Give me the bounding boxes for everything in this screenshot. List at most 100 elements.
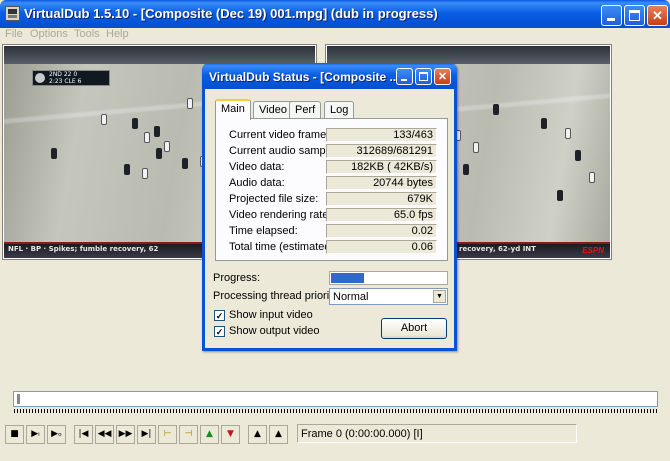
player bbox=[463, 164, 469, 175]
player bbox=[541, 118, 547, 129]
stat-value: 182KB ( 42KB/s) bbox=[326, 160, 437, 174]
progress-bar bbox=[329, 271, 448, 285]
stat-current-video-frame: Current video frame: 133/463 bbox=[216, 128, 449, 143]
next-keyframe-icon[interactable]: ▶▶ bbox=[116, 425, 135, 444]
stat-current-audio-sample: Current audio sample: 312689/681291 bbox=[216, 144, 449, 159]
mark-in-icon[interactable]: ⊢ bbox=[158, 425, 177, 444]
player bbox=[575, 150, 581, 161]
show-output-video-label[interactable]: Show output video bbox=[229, 325, 320, 337]
minimize-icon bbox=[607, 18, 615, 21]
stadium-crowd bbox=[327, 46, 610, 64]
status-dialog-title: VirtualDub Status - [Composite ... bbox=[209, 70, 400, 84]
stat-label: Projected file size: bbox=[229, 193, 319, 205]
menu-file[interactable]: File bbox=[5, 28, 23, 40]
team-logo-icon bbox=[35, 73, 45, 83]
scene-prev-icon[interactable]: ▲ bbox=[200, 425, 219, 444]
scorebug: 2ND 22 0 2:23 CLE 6 bbox=[32, 70, 110, 86]
status-dialog: VirtualDub Status - [Composite ... ✕ Mai… bbox=[202, 63, 457, 351]
main-tab-panel: Current video frame: 133/463 Current aud… bbox=[215, 118, 448, 261]
player bbox=[493, 104, 499, 115]
virtualdub-app-icon[interactable] bbox=[5, 6, 20, 21]
jump-next-icon[interactable]: ▲ bbox=[269, 425, 288, 444]
ticker-text: recovery, 62-yd INT bbox=[459, 245, 536, 253]
play-output-icon[interactable]: ▶ₒ bbox=[47, 425, 66, 444]
first-frame-icon[interactable]: |◀ bbox=[74, 425, 93, 444]
chevron-down-icon[interactable]: ▼ bbox=[433, 290, 446, 303]
network-logo: ESPN bbox=[582, 246, 604, 255]
stat-time-elapsed: Time elapsed: 0.02 bbox=[216, 224, 449, 239]
progress-label: Progress: bbox=[213, 272, 261, 284]
player bbox=[589, 172, 595, 183]
stat-value: 0.06 bbox=[326, 240, 437, 254]
stat-label: Current video frame: bbox=[229, 129, 330, 141]
dialog-minimize-button[interactable] bbox=[396, 68, 413, 85]
stat-value: 65.0 fps bbox=[326, 208, 437, 222]
tab-main[interactable]: Main bbox=[215, 99, 251, 120]
ticker-text: NFL · BP · Spikes; fumble recovery, 62 bbox=[8, 245, 159, 253]
player bbox=[132, 118, 138, 129]
thread-priority-value: Normal bbox=[333, 291, 369, 303]
close-icon: ✕ bbox=[437, 71, 448, 83]
player bbox=[557, 190, 563, 201]
prev-keyframe-icon[interactable]: ◀◀ bbox=[95, 425, 114, 444]
player bbox=[124, 164, 130, 175]
show-output-video-checkbox[interactable]: ✓ bbox=[214, 326, 225, 337]
player bbox=[144, 132, 150, 143]
player bbox=[473, 142, 479, 153]
player bbox=[156, 148, 162, 159]
stat-total-time: Total time (estimated): 0.06 bbox=[216, 240, 449, 255]
stat-label: Video rendering rate: bbox=[229, 209, 332, 221]
stat-audio-data: Audio data: 20744 bytes bbox=[216, 176, 449, 191]
stadium-crowd bbox=[4, 46, 315, 64]
show-input-video-checkbox[interactable]: ✓ bbox=[214, 310, 225, 321]
maximize-icon bbox=[629, 10, 640, 21]
stat-label: Total time (estimated): bbox=[229, 241, 338, 253]
status-dialog-titlebar: VirtualDub Status - [Composite ... ✕ bbox=[202, 63, 457, 89]
maximize-button[interactable] bbox=[624, 5, 645, 26]
close-button[interactable]: ✕ bbox=[647, 5, 668, 26]
play-input-icon[interactable]: ▶ᵢ bbox=[26, 425, 45, 444]
minimize-button[interactable] bbox=[601, 5, 622, 26]
stat-value: 20744 bytes bbox=[326, 176, 437, 190]
tab-log[interactable]: Log bbox=[324, 101, 355, 119]
scorebug-line-1: 2ND 22 0 bbox=[49, 71, 78, 78]
stat-label: Video data: bbox=[229, 161, 285, 173]
tab-perf[interactable]: Perf bbox=[289, 101, 322, 119]
player bbox=[164, 141, 170, 152]
main-titlebar: VirtualDub 1.5.10 - [Composite (Dec 19) … bbox=[0, 0, 670, 28]
dialog-maximize-button[interactable] bbox=[415, 68, 432, 85]
stat-projected-file-size: Projected file size: 679K bbox=[216, 192, 449, 207]
stat-video-data: Video data: 182KB ( 42KB/s) bbox=[216, 160, 449, 175]
abort-button[interactable]: Abort bbox=[381, 318, 447, 339]
tab-video[interactable]: Video bbox=[253, 101, 293, 119]
thread-priority-select[interactable]: Normal ▼ bbox=[329, 288, 448, 305]
stat-value: 133/463 bbox=[326, 128, 437, 142]
player bbox=[187, 98, 193, 109]
player bbox=[565, 128, 571, 139]
menu-tools[interactable]: Tools bbox=[74, 28, 100, 40]
last-frame-icon[interactable]: ▶| bbox=[137, 425, 156, 444]
maximize-icon bbox=[419, 72, 428, 81]
scorebug-line-2: 2:23 CLE 6 bbox=[49, 78, 82, 85]
menu-help[interactable]: Help bbox=[106, 28, 129, 40]
player bbox=[154, 126, 160, 137]
close-icon: ✕ bbox=[652, 8, 663, 23]
slider-ticks bbox=[14, 409, 657, 413]
stop-icon[interactable]: ■ bbox=[5, 425, 24, 444]
slider-thumb[interactable] bbox=[17, 394, 20, 404]
stat-value: 312689/681291 bbox=[326, 144, 437, 158]
stat-value: 0.02 bbox=[326, 224, 437, 238]
player bbox=[142, 168, 148, 179]
position-slider[interactable] bbox=[13, 391, 658, 407]
stat-label: Current audio sample: bbox=[229, 145, 338, 157]
mark-out-icon[interactable]: ⊣ bbox=[179, 425, 198, 444]
stat-label: Time elapsed: bbox=[229, 225, 298, 237]
jump-prev-icon[interactable]: ▲ bbox=[248, 425, 267, 444]
minimize-icon bbox=[401, 79, 407, 81]
player bbox=[182, 158, 188, 169]
show-input-video-label[interactable]: Show input video bbox=[229, 309, 313, 321]
stat-value: 679K bbox=[326, 192, 437, 206]
scene-next-icon[interactable]: ▼ bbox=[221, 425, 240, 444]
menu-options[interactable]: Options bbox=[30, 28, 68, 40]
dialog-close-button[interactable]: ✕ bbox=[434, 68, 451, 85]
